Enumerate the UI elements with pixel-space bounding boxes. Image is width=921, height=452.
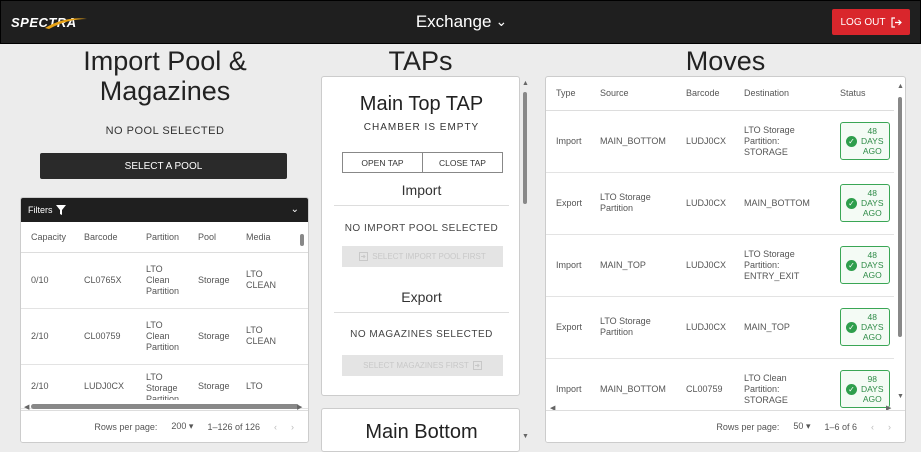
prev-page-icon[interactable]: ‹ xyxy=(274,422,277,432)
check-circle-icon: ✓ xyxy=(846,321,857,333)
filter-icon xyxy=(55,205,66,215)
vertical-scrollbar[interactable] xyxy=(523,92,527,204)
column-header[interactable]: Type xyxy=(546,77,590,111)
pool-section-title: Import Pool & Magazines xyxy=(83,46,247,106)
scroll-up-icon[interactable]: ▲ xyxy=(897,83,904,90)
column-header[interactable]: Barcode xyxy=(74,222,136,253)
import-icon xyxy=(359,252,369,261)
export-icon xyxy=(472,361,482,370)
check-circle-icon: ✓ xyxy=(846,259,857,271)
status-badge: ✓ 98 DAYS AGO xyxy=(840,370,890,408)
pool-pagination: Rows per page: 200 ▾ 1–126 of 126 ‹ › xyxy=(21,410,308,442)
divider xyxy=(334,205,509,206)
tap-title: Main Top TAP xyxy=(359,93,484,115)
moves-table-card: Type Source Barcode Destination Status I… xyxy=(545,76,906,443)
check-circle-icon: ✓ xyxy=(846,383,857,395)
column-header[interactable]: Pool xyxy=(188,222,236,253)
column-header[interactable]: Status xyxy=(830,77,894,111)
chevron-down-icon: ⌄ xyxy=(290,204,299,215)
vertical-scrollbar[interactable] xyxy=(898,97,902,337)
check-circle-icon: ✓ xyxy=(846,197,857,209)
status-badge: ✓ 48 DAYS AGO xyxy=(840,122,890,160)
table-row[interactable]: Export LTO Storage Partition LUDJ0CX MAIN… xyxy=(546,296,894,359)
status-badge: ✓ 48 DAYS AGO xyxy=(840,308,890,346)
moves-section-title: Moves xyxy=(685,46,766,76)
table-row[interactable]: Import MAIN_TOP LUDJ0CX LTO Storage Parti… xyxy=(546,234,894,297)
export-status: NO MAGAZINES SELECTED xyxy=(350,329,493,340)
select-magazines-button: SELECT MAGAZINES FIRST xyxy=(342,355,503,376)
close-tap-button[interactable]: CLOSE TAP xyxy=(422,153,502,172)
logout-button[interactable]: LOG OUT xyxy=(832,9,910,35)
pool-status: NO POOL SELECTED xyxy=(105,125,225,137)
next-page-icon[interactable]: › xyxy=(888,422,891,432)
moves-table: Type Source Barcode Destination Status I… xyxy=(546,77,894,421)
table-row[interactable]: 2/10 LUDJ0CX LTO Storage Partition Storage… xyxy=(21,364,308,409)
table-row[interactable]: Export LTO Storage Partition LUDJ0CX MAIN… xyxy=(546,172,894,235)
table-row[interactable]: 0/10 CL0765X LTO Clean Partition Storage L… xyxy=(21,252,308,309)
select-import-pool-button: SELECT IMPORT POOL FIRST xyxy=(342,246,503,267)
app-title-dropdown[interactable]: Exchange ⌄ xyxy=(1,12,921,32)
top-bar: SPECTRA Exchange ⌄ LOG OUT xyxy=(0,0,921,44)
scroll-down-icon[interactable]: ▼ xyxy=(522,433,529,440)
column-header[interactable]: Partition xyxy=(136,222,188,253)
horizontal-scrollbar[interactable] xyxy=(31,404,299,409)
column-header[interactable]: Source xyxy=(590,77,676,111)
scroll-down-icon[interactable]: ▼ xyxy=(897,393,904,400)
status-badge: ✓ 48 DAYS AGO xyxy=(840,184,890,222)
next-page-icon[interactable]: › xyxy=(291,422,294,432)
main-bottom-tap-card: Main Bottom xyxy=(321,408,520,452)
rows-per-page-select[interactable]: 50 ▾ xyxy=(793,421,810,432)
divider xyxy=(334,312,509,313)
table-row[interactable]: Import MAIN_BOTTOM LUDJ0CX LTO Storage Pa… xyxy=(546,110,894,173)
filters-bar[interactable]: Filters ⌄ xyxy=(21,198,308,222)
export-heading: Export xyxy=(401,289,442,305)
logout-icon xyxy=(890,16,902,28)
vertical-scrollbar[interactable] xyxy=(300,234,304,246)
moves-pagination: Rows per page: 50 ▾ 1–6 of 6 ‹ › xyxy=(546,410,905,442)
import-status: NO IMPORT POOL SELECTED xyxy=(344,223,499,234)
table-row[interactable]: 2/10 CL00759 LTO Clean Partition Storage L… xyxy=(21,308,308,365)
import-heading: Import xyxy=(401,182,442,198)
rows-per-page-select[interactable]: 200 ▾ xyxy=(171,421,193,432)
select-pool-button[interactable]: SELECT A POOL xyxy=(40,153,287,179)
taps-section-title: TAPs xyxy=(388,46,453,76)
scroll-up-icon[interactable]: ▲ xyxy=(522,80,529,87)
main-top-tap-card: Main Top TAP CHAMBER IS EMPTY OPEN TAP C… xyxy=(321,76,520,396)
pool-table-card: Filters ⌄ Capacity Barcode Partition Poo… xyxy=(20,197,309,443)
prev-page-icon[interactable]: ‹ xyxy=(871,422,874,432)
column-header[interactable]: Barcode xyxy=(676,77,734,111)
open-tap-button[interactable]: OPEN TAP xyxy=(343,153,422,172)
column-header[interactable]: Destination xyxy=(734,77,830,111)
check-circle-icon: ✓ xyxy=(846,135,857,147)
column-header[interactable]: Capacity xyxy=(21,222,74,253)
pool-table: Capacity Barcode Partition Pool Media 0/… xyxy=(21,222,308,409)
chamber-status: CHAMBER IS EMPTY xyxy=(363,122,480,133)
status-badge: ✓ 48 DAYS AGO xyxy=(840,246,890,284)
column-header[interactable]: Media xyxy=(236,222,308,253)
chevron-down-icon: ⌄ xyxy=(495,13,508,29)
tap-title: Main Bottom xyxy=(365,421,478,443)
tap-button-group: OPEN TAP CLOSE TAP xyxy=(342,152,503,173)
